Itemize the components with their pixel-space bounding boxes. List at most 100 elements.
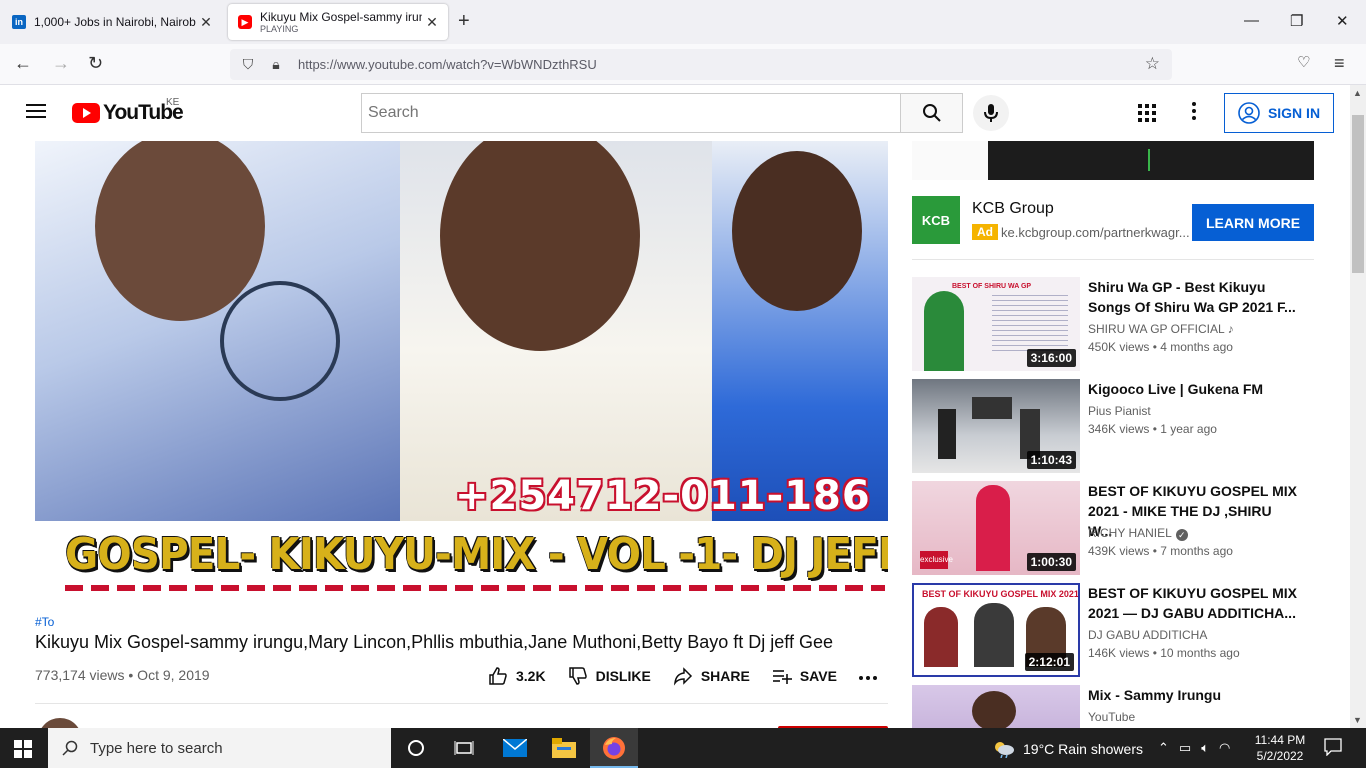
close-tab-icon[interactable]: ✕ bbox=[196, 14, 216, 31]
tab-playing-label: PLAYING bbox=[260, 24, 299, 34]
minimize-icon[interactable]: — bbox=[1244, 12, 1259, 29]
channel-name[interactable]: SHIRU WA GP OFFICIAL ♪ bbox=[1088, 322, 1234, 336]
ad-name[interactable]: KCB Group bbox=[972, 200, 1054, 218]
search-button[interactable] bbox=[900, 93, 963, 133]
recommendation-item[interactable]: BEST OF KIKUYU GOSPEL MIX 2021 2:12:01 B… bbox=[912, 583, 1332, 677]
firefox-taskbar-button[interactable] bbox=[590, 728, 638, 768]
shield-icon[interactable]: ⛉ bbox=[238, 56, 258, 73]
dislike-button[interactable]: DISLIKE bbox=[568, 666, 651, 686]
settings-more-icon[interactable] bbox=[1192, 102, 1198, 123]
recommendation-title[interactable]: Kigooco Live | Gukena FM bbox=[1088, 379, 1298, 399]
wifi-icon[interactable]: ◠ bbox=[1219, 740, 1230, 756]
channel-name[interactable]: DJ GABU ADDITICHA bbox=[1088, 628, 1207, 642]
ad-banner-image[interactable] bbox=[912, 141, 1314, 180]
file-explorer-icon[interactable] bbox=[552, 736, 576, 760]
tab-linkedin-jobs[interactable]: in 1,000+ Jobs in Nairobi, Nairobi, ✕ bbox=[0, 4, 222, 40]
search-bar bbox=[361, 93, 963, 133]
voice-search-button[interactable] bbox=[973, 95, 1009, 131]
close-tab-icon[interactable]: ✕ bbox=[422, 14, 442, 31]
back-icon[interactable]: ← bbox=[14, 53, 32, 74]
recommendation-title[interactable]: Shiru Wa GP - Best Kikuyu Songs Of Shiru … bbox=[1088, 277, 1298, 317]
weather-text: 19°C Rain showers bbox=[1023, 741, 1143, 757]
clock-time: 11:44 PM bbox=[1254, 733, 1306, 747]
chevron-up-icon[interactable]: ⌃ bbox=[1158, 740, 1169, 756]
save-label: SAVE bbox=[799, 668, 837, 684]
thumbs-down-icon bbox=[568, 667, 587, 685]
recommendation-thumbnail[interactable]: 1:10:43 bbox=[912, 379, 1080, 473]
bookmark-star-icon[interactable]: ☆ bbox=[1145, 54, 1160, 74]
channel-name[interactable]: YouTube bbox=[1088, 710, 1135, 724]
ad-logo[interactable]: KCB bbox=[912, 196, 960, 244]
pocket-icon[interactable]: ♡ bbox=[1297, 53, 1310, 71]
recommendation-item[interactable]: exclusive 1:00:30 BEST OF KIKUYU GOSPEL … bbox=[912, 481, 1332, 575]
video-actions: 3.2K DISLIKE SHARE SAVE bbox=[488, 666, 859, 686]
scroll-down-icon[interactable]: ▼ bbox=[1353, 715, 1362, 725]
sign-in-button[interactable]: SIGN IN bbox=[1224, 93, 1334, 133]
volume-icon[interactable]: 🔈︎ bbox=[1201, 740, 1209, 756]
taskbar-search[interactable]: Type here to search bbox=[48, 728, 391, 768]
share-button[interactable]: SHARE bbox=[673, 666, 750, 686]
forward-icon[interactable]: → bbox=[52, 53, 70, 74]
recommendation-thumbnail[interactable]: BEST OF KIKUYU GOSPEL MIX 2021 2:12:01 bbox=[912, 583, 1080, 677]
notifications-icon[interactable] bbox=[1324, 738, 1342, 761]
video-player[interactable]: +254712-011-186 GOSPEL- KIKUYU-MIX - VOL… bbox=[35, 141, 888, 593]
dislike-label: DISLIKE bbox=[595, 668, 651, 684]
lock-icon[interactable]: 🔒︎ bbox=[266, 56, 286, 73]
scrollbar-thumb[interactable] bbox=[1352, 115, 1364, 273]
recommendation-item[interactable]: BEST OF SHIRU WA GP 3:16:00 Shiru Wa GP … bbox=[912, 277, 1332, 371]
task-view-icon[interactable] bbox=[452, 736, 476, 760]
views-meta: 146K views • 10 months ago bbox=[1088, 646, 1240, 660]
linkedin-icon: in bbox=[12, 15, 26, 29]
channel-label: RICHY HANIEL bbox=[1088, 526, 1172, 540]
reload-icon[interactable]: ↻ bbox=[88, 53, 103, 74]
duration-badge: 2:12:01 bbox=[1024, 653, 1074, 671]
maximize-icon[interactable]: ❐ bbox=[1290, 12, 1303, 30]
close-window-icon[interactable]: ✕ bbox=[1336, 12, 1349, 30]
url-bar[interactable]: ⛉ 🔒︎ https://www.youtube.com/watch?v=WbW… bbox=[230, 49, 1172, 80]
recommendation-title[interactable]: Mix - Sammy Irungu bbox=[1088, 685, 1298, 705]
apps-grid-icon[interactable] bbox=[1138, 104, 1156, 127]
tab-youtube-video[interactable]: ▶ Kikuyu Mix Gospel-sammy irun PLAYING ✕ bbox=[228, 4, 448, 40]
search-icon bbox=[922, 104, 941, 122]
like-button[interactable]: 3.2K bbox=[488, 666, 546, 686]
scroll-up-icon[interactable]: ▲ bbox=[1353, 88, 1362, 98]
cortana-icon[interactable] bbox=[404, 736, 428, 760]
hamburger-menu-icon[interactable] bbox=[26, 104, 46, 118]
page-scrollbar[interactable]: ▲ ▼ bbox=[1350, 85, 1366, 728]
search-icon bbox=[62, 740, 78, 756]
menu-icon[interactable]: ≡ bbox=[1334, 53, 1345, 74]
browser-navbar: ← → ↻ ⛉ 🔒︎ https://www.youtube.com/watch… bbox=[0, 44, 1366, 85]
title-line: 2021 — DJ GABU ADDITICHA... bbox=[1088, 605, 1296, 621]
video-hashtag[interactable]: #To bbox=[35, 615, 54, 629]
url-text[interactable]: https://www.youtube.com/watch?v=WbWNDzth… bbox=[298, 57, 597, 72]
title-line: BEST OF KIKUYU GOSPEL MIX bbox=[1088, 483, 1297, 499]
search-input[interactable] bbox=[361, 93, 900, 133]
recommendation-thumbnail[interactable]: exclusive 1:00:30 bbox=[912, 481, 1080, 575]
mail-icon[interactable] bbox=[503, 736, 527, 760]
recommendation-thumbnail[interactable]: BEST OF SHIRU WA GP 3:16:00 bbox=[912, 277, 1080, 371]
firefox-icon bbox=[603, 737, 625, 759]
country-code: KE bbox=[166, 97, 180, 108]
learn-more-button[interactable]: LEARN MORE bbox=[1192, 204, 1314, 241]
weather-widget[interactable]: 19°C Rain showers bbox=[993, 740, 1143, 758]
channel-name[interactable]: Pius Pianist bbox=[1088, 404, 1151, 418]
taskbar-clock[interactable]: 11:44 PM 5/2/2022 bbox=[1250, 732, 1310, 764]
new-tab-button[interactable]: + bbox=[458, 10, 470, 33]
video-views-date: 773,174 views • Oct 9, 2019 bbox=[35, 667, 210, 683]
recommendation-title[interactable]: BEST OF KIKUYU GOSPEL MIX 2021 — DJ GABU … bbox=[1088, 583, 1298, 623]
recommendation-thumbnail[interactable] bbox=[912, 685, 1080, 728]
youtube-logo[interactable]: YouTube KE bbox=[72, 97, 184, 125]
divider bbox=[35, 703, 888, 704]
save-button[interactable]: SAVE bbox=[772, 666, 837, 686]
ad-url[interactable]: ke.kcbgroup.com/partnerkwagr... bbox=[1001, 225, 1190, 240]
more-actions-icon[interactable] bbox=[859, 676, 877, 680]
video-frame-right bbox=[712, 141, 888, 521]
video-overlay-phone: +254712-011-186 bbox=[455, 473, 871, 519]
recommendation-item[interactable]: Mix - Sammy Irungu YouTube bbox=[912, 685, 1332, 728]
title-line: Songs Of Shiru Wa GP 2021 F... bbox=[1088, 299, 1296, 315]
battery-icon[interactable]: ▭ bbox=[1179, 740, 1191, 756]
channel-name[interactable]: RICHY HANIEL ✓ bbox=[1088, 526, 1188, 541]
windows-start-icon[interactable] bbox=[14, 740, 32, 758]
recommendation-item[interactable]: 1:10:43 Kigooco Live | Gukena FM Pius Pi… bbox=[912, 379, 1332, 473]
title-line: BEST OF KIKUYU GOSPEL MIX bbox=[1088, 585, 1297, 601]
